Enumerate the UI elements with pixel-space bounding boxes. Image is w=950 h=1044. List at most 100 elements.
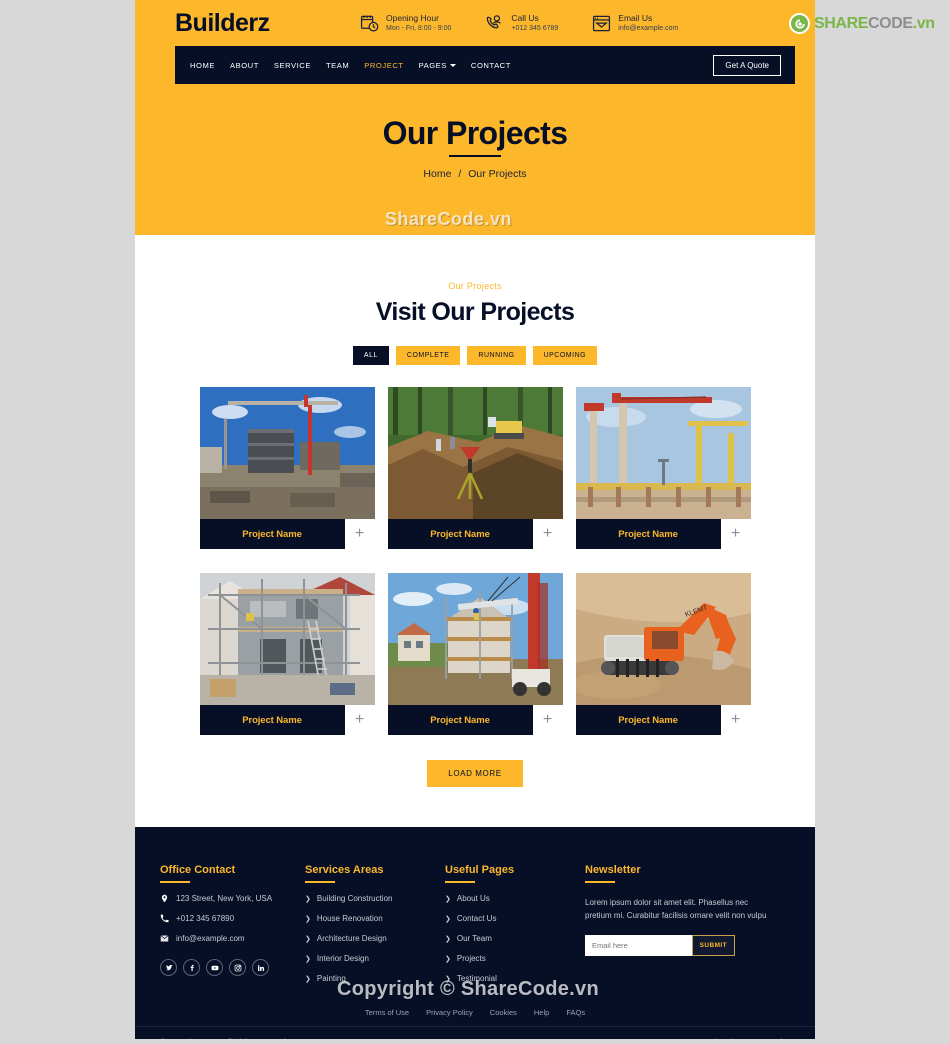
footer-email: info@example.com [160,934,305,943]
project-card[interactable]: Project Name + [387,387,563,549]
filter-tab-upcoming[interactable]: UPCOMING [532,346,598,365]
footer-page-about-us[interactable]: ❯ About Us [445,894,585,903]
footer-heading-pages: Useful Pages [445,864,585,883]
nav-item-team[interactable]: TEAM [326,61,349,70]
newsletter-email-input[interactable] [585,935,692,957]
footer-link-help[interactable]: Help [534,1008,549,1017]
footer-link-privacy-policy[interactable]: Privacy Policy [426,1008,473,1017]
footer-link-terms-of-use[interactable]: Terms of Use [365,1008,409,1017]
chevron-right-icon: ❯ [305,955,311,963]
chevron-right-icon: ❯ [445,915,451,923]
sharecode-vn-text: .vn [912,14,935,32]
footer-service-house-renovation[interactable]: ❯ House Renovation [305,914,445,923]
nav-item-home[interactable]: HOME [190,61,215,70]
footer-page-projects[interactable]: ❯ Projects [445,954,585,963]
footer-col-newsletter: Newsletter Lorem ipsum dolor sit amet el… [585,864,770,983]
filter-tab-all[interactable]: ALL [352,346,389,365]
footer-phone-text: +012 345 67890 [176,914,235,923]
footer-service-painting[interactable]: ❯ Painting [305,974,445,983]
project-card[interactable]: Project Name + [387,573,563,735]
nav-item-pages-label: PAGES [418,60,447,70]
project-name: Project Name [618,714,678,726]
footer-service-interior-design[interactable]: ❯ Interior Design [305,954,445,963]
project-image-surveyor-tripod-dirt-excavator-forest [387,387,563,519]
project-name: Project Name [430,714,490,726]
footer-service-label: Building Construction [316,894,393,903]
footer-service-architecture-design[interactable]: ❯ Architecture Design [305,934,445,943]
footer-service-building-construction[interactable]: ❯ Building Construction [305,894,445,903]
nav-item-pages[interactable]: PAGES [419,61,456,70]
plus-icon[interactable]: + [533,526,563,542]
nav-item-project[interactable]: PROJECT [364,61,403,70]
footer-columns: Office Contact 123 Street, New York, USA… [160,864,790,983]
screenshot-page: Builderz Opening Hour Mon - Fri, 8:00 - … [0,0,950,1044]
project-card-bar: Project Name + [387,519,563,549]
filter-tab-complete[interactable]: COMPLETE [395,346,461,365]
footer-link-cookies[interactable]: Cookies [490,1008,517,1017]
footer-service-label: Painting [316,974,346,983]
project-name: Project Name [242,714,302,726]
project-card[interactable]: Project Name + [575,387,751,549]
instagram-icon[interactable] [229,959,246,976]
designed-by-link[interactable]: HTML Codex [746,1037,790,1039]
twitter-icon[interactable] [160,959,177,976]
footer-phone: +012 345 67890 [160,914,305,923]
project-card[interactable]: KLEMT Project Name + [575,573,751,735]
chevron-right-icon: ❯ [445,955,451,963]
sharecode-mark-icon [789,13,810,34]
footer-address: 123 Street, New York, USA [160,894,305,903]
facebook-icon[interactable] [183,959,200,976]
project-image-house-frame-red-crane-lifting-beam [387,573,563,705]
project-card-bar: Project Name + [387,705,563,735]
footer-link-faqs[interactable]: FAQs [566,1008,585,1017]
newsletter-submit-button[interactable]: SUBMIT [691,935,735,957]
copyright-site-name[interactable]: Your Site Name [167,1037,219,1039]
phone-agent-icon [485,14,504,33]
plus-icon[interactable]: + [345,712,375,728]
nav-links: HOME ABOUT SERVICE TEAM PROJECT PAGES CO… [190,61,713,70]
sharecode-code-text: CODE [868,14,913,32]
linkedin-icon[interactable] [252,959,269,976]
header-contact-list: Opening Hour Mon - Fri, 8:00 - 9:00 Call… [360,13,678,34]
project-name: Project Name [430,528,490,540]
nav-item-contact[interactable]: CONTACT [471,61,511,70]
website-frame: Builderz Opening Hour Mon - Fri, 8:00 - … [135,0,815,1039]
contact-sub: +012 345 6789 [511,25,559,33]
project-card[interactable]: Project Name + [199,573,375,735]
filter-tab-running[interactable]: RUNNING [467,346,526,365]
map-pin-icon [160,894,169,903]
main-navbar: HOME ABOUT SERVICE TEAM PROJECT PAGES CO… [175,46,795,84]
nav-item-about[interactable]: ABOUT [230,61,259,70]
phone-icon [160,914,169,923]
load-more-wrapper: LOAD MORE [160,760,790,787]
plus-icon[interactable]: + [533,712,563,728]
site-logo[interactable]: Builderz [175,9,360,38]
footer-page-contact-us[interactable]: ❯ Contact Us [445,914,585,923]
projects-section: Our Projects Visit Our Projects ALL COMP… [135,235,815,827]
nav-item-service[interactable]: SERVICE [274,61,311,70]
project-card[interactable]: Project Name + [199,387,375,549]
plus-icon[interactable]: + [721,712,751,728]
contact-email-us: Email Us info@example.com [592,13,678,34]
footer-bottom-links: Terms of Use Privacy Policy Cookies Help… [160,1008,790,1026]
footer-page-testimonial[interactable]: ❯ Testimonial [445,974,585,983]
project-image-orange-excavator-on-sand: KLEMT [575,573,751,705]
footer-heading-newsletter: Newsletter [585,864,770,883]
envelope-icon [160,934,169,943]
section-subtitle: Our Projects [448,281,502,291]
load-more-button[interactable]: LOAD MORE [427,760,523,787]
designed-by-prefix: Designed By [701,1037,744,1039]
footer-service-label: Interior Design [316,954,369,963]
footer-address-text: 123 Street, New York, USA [176,894,273,903]
contact-title: Opening Hour [386,12,439,23]
plus-icon[interactable]: + [345,526,375,542]
footer-page-label: Testimonial [456,974,497,983]
breadcrumb-home[interactable]: Home [423,168,451,180]
project-image-house-scaffolding-block-walls [199,573,375,705]
chevron-right-icon: ❯ [305,975,311,983]
get-a-quote-button[interactable]: Get A Quote [713,54,781,76]
footer-page-our-team[interactable]: ❯ Our Team [445,934,585,943]
footer-social-links [160,959,305,976]
plus-icon[interactable]: + [721,526,751,542]
youtube-icon[interactable] [206,959,223,976]
